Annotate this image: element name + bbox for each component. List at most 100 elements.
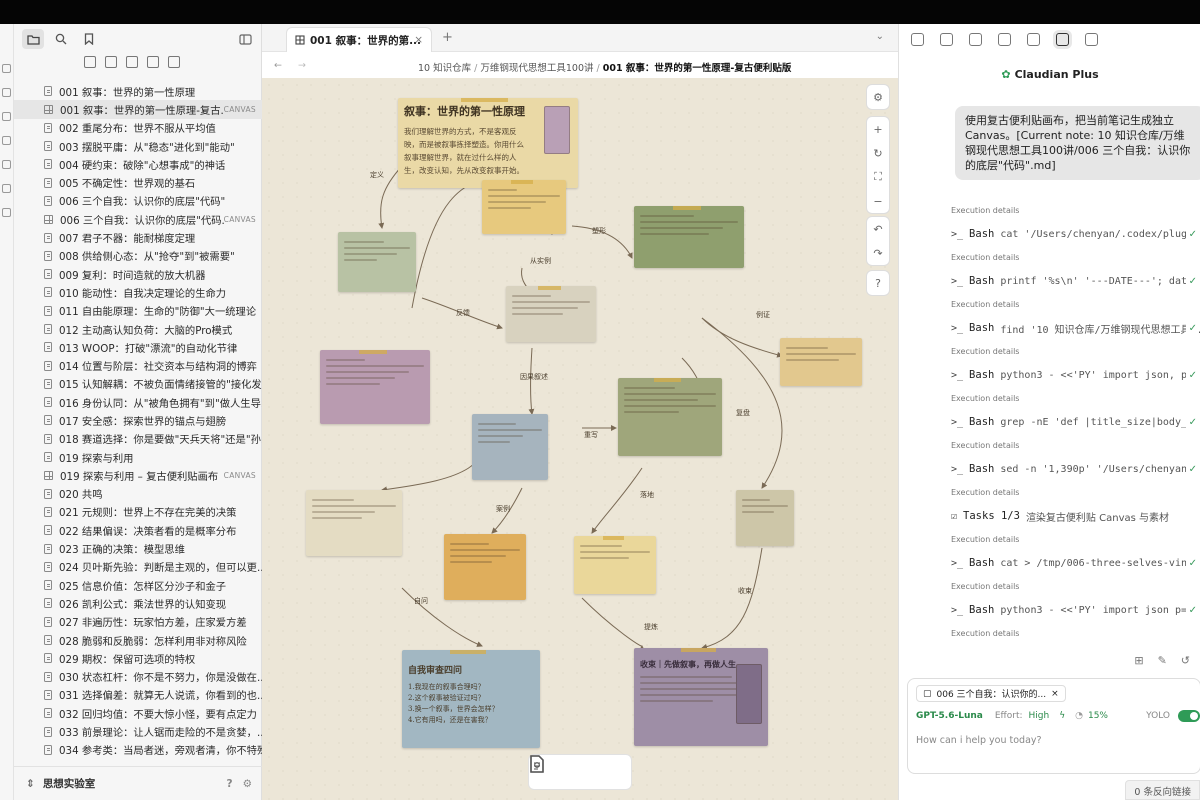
close-tab-icon[interactable]: × [414, 34, 423, 46]
new-tab-icon[interactable]: + [442, 30, 453, 45]
sticky-note[interactable] [780, 338, 862, 386]
file-item[interactable]: 019 探索与利用 [14, 448, 262, 466]
undo-icon[interactable]: ↶ [873, 217, 882, 241]
tags-icon[interactable] [969, 32, 982, 46]
execution-details-label[interactable]: Execution details [899, 202, 1200, 219]
sticky-note[interactable] [634, 206, 744, 268]
monitor-icon[interactable] [1085, 32, 1098, 46]
context-chip[interactable]: ▢ 006 三个自我：认识你的... × [916, 685, 1066, 702]
file-item[interactable]: 023 正确的决策：模型思维 [14, 539, 262, 557]
help-icon[interactable]: ? [875, 271, 881, 295]
file-item[interactable]: 025 信息价值：怎样区分沙子和金子 [14, 576, 262, 594]
file-item[interactable]: 021 元规则：世界上不存在完美的决策 [14, 503, 262, 521]
tool-call-row[interactable]: >_ Bash sed -n '1,390p' '/Users/chenyan/..… [899, 454, 1200, 484]
execution-details-label[interactable]: Execution details [899, 531, 1200, 548]
archive-icon[interactable] [998, 32, 1011, 46]
execution-details-label[interactable]: Execution details [899, 390, 1200, 407]
vault-switcher[interactable]: ⇕ 思想实验室 ? ⚙ [14, 766, 262, 800]
zoom-out-icon[interactable]: − [873, 189, 882, 213]
execution-details-label[interactable]: Execution details [899, 625, 1200, 642]
file-item[interactable]: 024 贝叶斯先验：判断是主观的，但可以更... [14, 558, 262, 576]
execution-details-label[interactable]: Execution details [899, 484, 1200, 501]
sticky-note[interactable] [338, 232, 416, 292]
sticky-note[interactable] [482, 180, 566, 234]
sort-icon[interactable] [126, 56, 138, 68]
outgoing-links-icon[interactable] [940, 32, 953, 46]
file-item[interactable]: 027 非遍历性：玩家怕方差，庄家爱方差 [14, 613, 262, 631]
tool-call-row[interactable]: >_ Bash python3 - <<'PY' import json p=...… [899, 595, 1200, 625]
file-item[interactable]: 006 三个自我：认识你的底层"代码... CANVAS [14, 210, 262, 228]
sticky-note[interactable] [320, 350, 430, 424]
tool-call-row[interactable]: ☑ Tasks 1/3 渲染复古便利贴 Canvas 与素材 [899, 501, 1200, 531]
remove-context-icon[interactable]: × [1051, 689, 1059, 699]
files-tab-button[interactable] [22, 29, 44, 49]
tab-active-canvas[interactable]: 001 叙事：世界的第... × [286, 27, 432, 52]
fit-view-icon[interactable]: ⛶ [874, 165, 882, 189]
sticky-note-self-check[interactable]: 自我审查四问 1.我现在的叙事合理吗？ 2.这个叙事被验证过吗？ 3.换一个叙事… [402, 650, 540, 748]
tool-call-row[interactable]: >_ Bash grep -nE 'def |title_size|body_s..… [899, 407, 1200, 437]
file-item[interactable]: 035 超级预测：给不确定性命名，给自己打分 [14, 759, 262, 762]
file-item[interactable]: 018 赛道选择：你是要做"天兵天将"还是"孙... [14, 430, 262, 448]
execution-details-label[interactable]: Execution details [899, 578, 1200, 595]
sticky-note[interactable] [506, 286, 596, 342]
model-selector[interactable]: GPT-5.6-Luna [916, 711, 983, 721]
tool-call-row[interactable]: >_ Bash cat '/Users/chenyan/.codex/plugi..… [899, 219, 1200, 249]
file-item[interactable]: 016 身份认同：从"被角色拥有"到"做人生导... [14, 393, 262, 411]
command-icon[interactable] [2, 208, 11, 217]
bookmarks-tab-button[interactable] [78, 29, 100, 49]
file-item[interactable]: 030 状态杠杆：你不是不努力，你是没做在... [14, 668, 262, 686]
file-item[interactable]: 034 参考类：当局者迷，旁观者清，你不特殊 [14, 741, 262, 759]
file-item[interactable]: 031 选择偏差：就算无人说谎，你看到的也... [14, 686, 262, 704]
new-chat-icon[interactable]: ⊞ [1134, 654, 1143, 667]
sticky-note-main[interactable]: 叙事：世界的第一性原理 我们理解世界的方式，不是客观反映，而是被叙事拣择塑造。你… [398, 98, 578, 188]
sticky-note[interactable] [574, 536, 656, 594]
sticky-note[interactable] [618, 378, 722, 456]
settings-icon[interactable]: ⚙ [873, 85, 883, 109]
tool-call-row[interactable]: >_ Bash python3 - <<'PY' import json, pa..… [899, 360, 1200, 390]
history-icon[interactable]: ↺ [1181, 654, 1190, 667]
chat-input-box[interactable]: ▢ 006 三个自我：认识你的... × GPT-5.6-Luna Effort… [907, 678, 1200, 774]
file-item[interactable]: 008 供给侧心态：从"抢夺"到"被需要" [14, 247, 262, 265]
file-item[interactable]: 028 脆弱和反脆弱：怎样利用非对称风险 [14, 631, 262, 649]
tool-call-row[interactable]: >_ Bash find '10 知识仓库/万维钢现代思想工具... ✓ [899, 313, 1200, 343]
new-folder-icon[interactable] [105, 56, 117, 68]
close-icon[interactable] [168, 56, 180, 68]
execution-details-label[interactable]: Execution details [899, 249, 1200, 266]
file-item[interactable]: 014 位置与阶层：社交资本与结构洞的博弈 [14, 356, 262, 374]
back-arrow-icon[interactable]: ← [274, 60, 282, 71]
help-icon[interactable]: ? [226, 778, 232, 790]
file-item[interactable]: 006 三个自我：认识你的底层"代码" [14, 192, 262, 210]
file-item[interactable]: 029 期权：保留可选项的特权 [14, 649, 262, 667]
search-tab-button[interactable] [50, 29, 72, 49]
file-item[interactable]: 026 凯利公式：乘法世界的认知变现 [14, 594, 262, 612]
new-note-icon[interactable] [84, 56, 96, 68]
collapse-all-icon[interactable] [147, 56, 159, 68]
file-item[interactable]: 010 能动性：自我决定理论的生命力 [14, 283, 262, 301]
search-icon[interactable] [2, 88, 11, 97]
files-icon[interactable] [2, 64, 11, 73]
sticky-note[interactable] [444, 534, 526, 600]
redo-icon[interactable]: ↷ [873, 241, 882, 265]
file-item[interactable]: 015 认知解耦：不被负面情绪接管的"接化发" [14, 375, 262, 393]
breadcrumb-subfolder[interactable]: 万维钢现代思想工具100讲 [480, 63, 593, 74]
file-item[interactable]: 003 摆脱平庸：从"稳态"进化到"能动" [14, 137, 262, 155]
breadcrumb-folder[interactable]: 10 知识仓库 [418, 63, 471, 74]
settings-icon[interactable]: ⚙ [243, 778, 252, 790]
template-icon[interactable] [2, 184, 11, 193]
canvas-icon[interactable] [2, 136, 11, 145]
sticky-note[interactable] [736, 490, 794, 546]
daily-note-icon[interactable] [2, 160, 11, 169]
reset-zoom-icon[interactable]: ↻ [873, 141, 882, 165]
file-item[interactable]: 013 WOOP：打破"漂流"的自动化节律 [14, 338, 262, 356]
file-item[interactable]: 007 君子不器：能耐梯度定理 [14, 228, 262, 246]
zoom-in-icon[interactable]: + [873, 117, 882, 141]
add-media-icon[interactable] [529, 755, 545, 773]
file-item[interactable]: 002 重尾分布：世界不服从平均值 [14, 119, 262, 137]
file-item[interactable]: 001 叙事：世界的第一性原理 [14, 82, 262, 100]
file-item[interactable]: 017 安全感：探索世界的锚点与翅膀 [14, 411, 262, 429]
file-item[interactable]: 020 共鸣 [14, 485, 262, 503]
file-item[interactable]: 001 叙事：世界的第一性原理-复古... CANVAS [14, 100, 262, 119]
sticky-note[interactable] [306, 490, 402, 556]
file-item[interactable]: 019 探索与利用 – 复古便利贴画布 CANVAS [14, 466, 262, 484]
file-item[interactable]: 005 不确定性：世界观的基石 [14, 173, 262, 191]
